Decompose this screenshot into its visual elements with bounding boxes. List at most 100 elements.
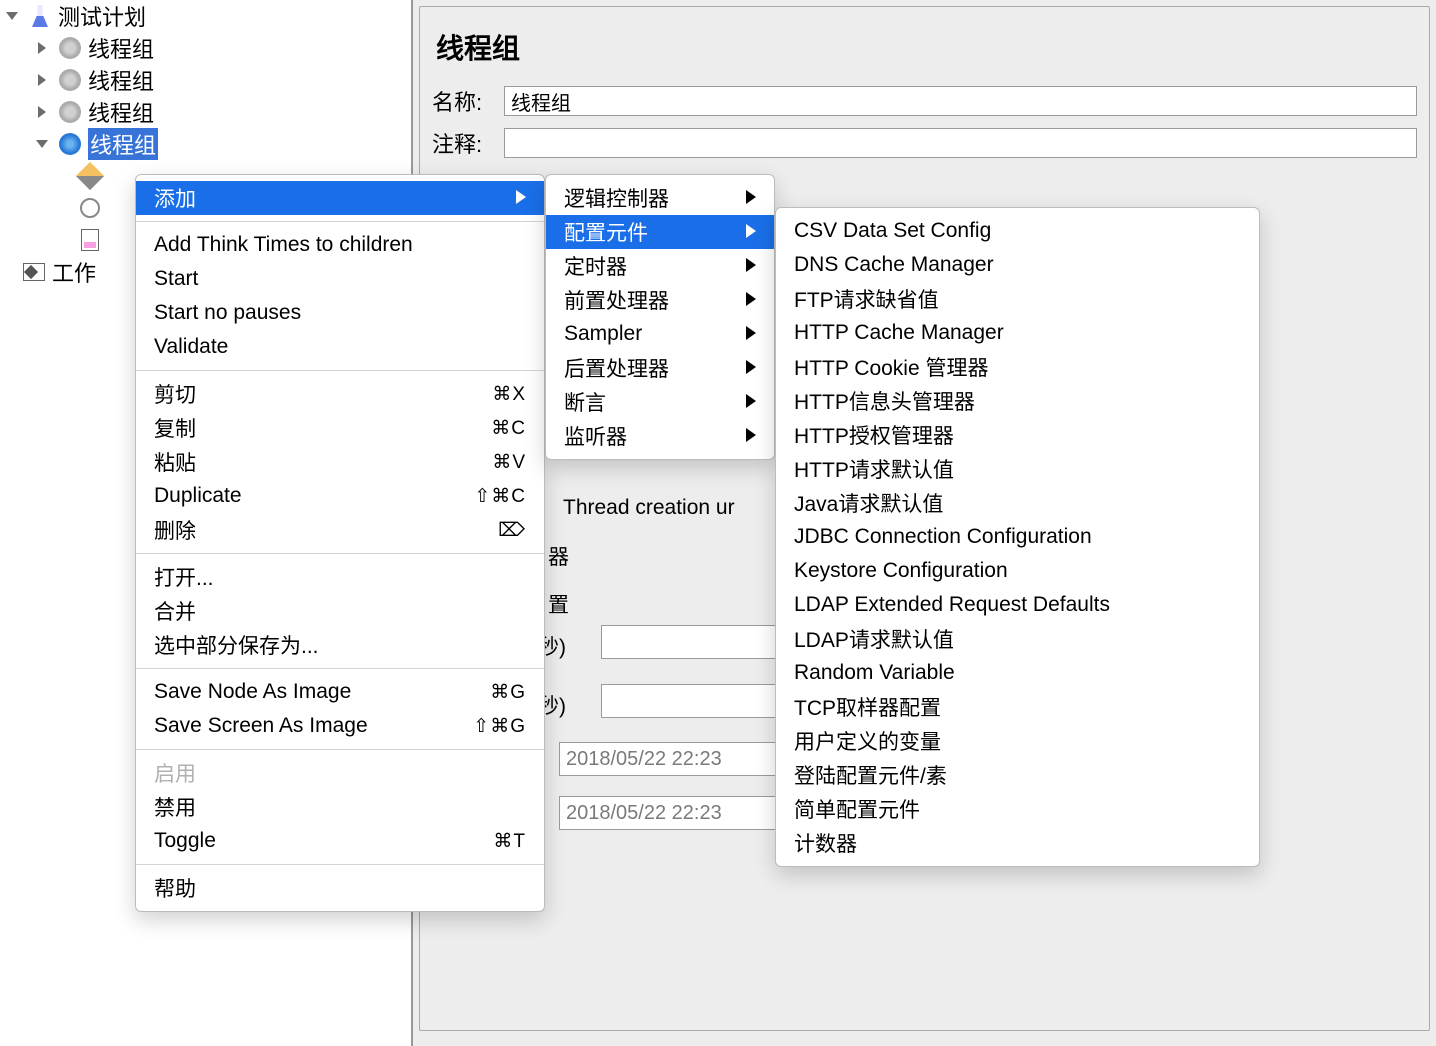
submenu-arrow-icon bbox=[746, 424, 756, 448]
cfg-jdbc-conn[interactable]: JDBC Connection Configuration bbox=[776, 520, 1259, 554]
bg-input[interactable] bbox=[601, 625, 776, 659]
bg-input[interactable] bbox=[601, 684, 776, 718]
gear-icon bbox=[58, 100, 82, 124]
comment-row: 注释: bbox=[432, 127, 1417, 159]
collapse-icon[interactable] bbox=[34, 40, 50, 56]
panel-title: 线程组 bbox=[436, 27, 1417, 67]
menu-enable: 启用 bbox=[136, 756, 544, 790]
bg-qi-text: 器 bbox=[548, 541, 569, 571]
cfg-tcp-sampler[interactable]: TCP取样器配置 bbox=[776, 690, 1259, 724]
cfg-http-header[interactable]: HTTP信息头管理器 bbox=[776, 384, 1259, 418]
menu-separator bbox=[136, 370, 544, 371]
menu-cut[interactable]: 剪切⌘X bbox=[136, 377, 544, 411]
workbench-icon bbox=[22, 260, 46, 284]
cfg-random-var[interactable]: Random Variable bbox=[776, 656, 1259, 690]
submenu-arrow-icon bbox=[746, 356, 756, 380]
menu-help[interactable]: 帮助 bbox=[136, 871, 544, 905]
menu-validate[interactable]: Validate bbox=[136, 330, 544, 364]
cfg-dns-cache[interactable]: DNS Cache Manager bbox=[776, 248, 1259, 282]
name-row: 名称: bbox=[432, 85, 1417, 117]
flask-icon bbox=[28, 4, 52, 28]
name-input[interactable] bbox=[504, 86, 1417, 116]
tree-thread-row[interactable]: 线程组 bbox=[0, 32, 411, 64]
menu-copy[interactable]: 复制⌘C bbox=[136, 411, 544, 445]
menu-separator bbox=[136, 221, 544, 222]
menu-separator bbox=[136, 553, 544, 554]
tree-root-label: 测试计划 bbox=[58, 0, 146, 32]
submenu-arrow-icon bbox=[516, 186, 526, 210]
expand-icon[interactable] bbox=[34, 136, 50, 152]
tree-item-label: 线程组 bbox=[88, 64, 154, 96]
cfg-ldap-ext-defaults[interactable]: LDAP Extended Request Defaults bbox=[776, 588, 1259, 622]
cfg-http-cache[interactable]: HTTP Cache Manager bbox=[776, 316, 1259, 350]
submenu-config-items: CSV Data Set Config DNS Cache Manager FT… bbox=[775, 207, 1260, 867]
menu-start-no-pauses[interactable]: Start no pauses bbox=[136, 296, 544, 330]
bg-thread-text: Thread creation ur bbox=[563, 496, 735, 520]
submenu-sampler[interactable]: Sampler bbox=[546, 317, 774, 351]
menu-separator bbox=[136, 864, 544, 865]
submenu-listener[interactable]: 监听器 bbox=[546, 419, 774, 453]
menu-delete[interactable]: 删除⌦ bbox=[136, 513, 544, 547]
menu-save-selection[interactable]: 选中部分保存为... bbox=[136, 628, 544, 662]
submenu-assertion[interactable]: 断言 bbox=[546, 385, 774, 419]
menu-open[interactable]: 打开... bbox=[136, 560, 544, 594]
menu-separator bbox=[136, 749, 544, 750]
tree-item-label-selected: 线程组 bbox=[88, 128, 158, 160]
submenu-arrow-icon bbox=[746, 288, 756, 312]
menu-start[interactable]: Start bbox=[136, 262, 544, 296]
comment-label: 注释: bbox=[432, 127, 496, 159]
cfg-user-vars[interactable]: 用户定义的变量 bbox=[776, 724, 1259, 758]
cfg-java-defaults[interactable]: Java请求默认值 bbox=[776, 486, 1259, 520]
menu-duplicate[interactable]: Duplicate⇧⌘C bbox=[136, 479, 544, 513]
menu-save-node-img[interactable]: Save Node As Image⌘G bbox=[136, 675, 544, 709]
paper-icon bbox=[78, 228, 102, 252]
tree-item-label: 线程组 bbox=[88, 96, 154, 128]
pencil-icon bbox=[78, 164, 102, 188]
submenu-arrow-icon bbox=[746, 220, 756, 244]
menu-separator bbox=[136, 668, 544, 669]
gear-icon bbox=[58, 68, 82, 92]
cfg-http-cookie[interactable]: HTTP Cookie 管理器 bbox=[776, 350, 1259, 384]
cfg-ldap-defaults[interactable]: LDAP请求默认值 bbox=[776, 622, 1259, 656]
menu-think-times[interactable]: Add Think Times to children bbox=[136, 228, 544, 262]
gear-icon bbox=[58, 132, 82, 156]
cfg-login[interactable]: 登陆配置元件/素 bbox=[776, 758, 1259, 792]
tree-thread-row-selected[interactable]: 线程组 bbox=[0, 128, 411, 160]
cfg-http-auth[interactable]: HTTP授权管理器 bbox=[776, 418, 1259, 452]
tree-item-label: 线程组 bbox=[88, 32, 154, 64]
menu-save-screen-img[interactable]: Save Screen As Image⇧⌘G bbox=[136, 709, 544, 743]
bg-zhi-text: 置 bbox=[548, 589, 569, 619]
submenu-postprocessor[interactable]: 后置处理器 bbox=[546, 351, 774, 385]
comment-input[interactable] bbox=[504, 128, 1417, 158]
cfg-keystore[interactable]: Keystore Configuration bbox=[776, 554, 1259, 588]
expand-icon[interactable] bbox=[4, 8, 20, 24]
cfg-http-defaults[interactable]: HTTP请求默认值 bbox=[776, 452, 1259, 486]
submenu-timer[interactable]: 定时器 bbox=[546, 249, 774, 283]
cfg-counter[interactable]: 计数器 bbox=[776, 826, 1259, 860]
bg-date1[interactable] bbox=[559, 742, 777, 776]
collapse-icon[interactable] bbox=[34, 104, 50, 120]
submenu-add: 逻辑控制器 配置元件 定时器 前置处理器 Sampler 后置处理器 断言 监听… bbox=[545, 174, 775, 460]
menu-toggle[interactable]: Toggle⌘T bbox=[136, 824, 544, 858]
bg-date2[interactable] bbox=[559, 796, 777, 830]
cfg-ftp-defaults[interactable]: FTP请求缺省值 bbox=[776, 282, 1259, 316]
submenu-config-element[interactable]: 配置元件 bbox=[546, 215, 774, 249]
tree-root-row[interactable]: 测试计划 bbox=[0, 0, 411, 32]
tree-thread-row[interactable]: 线程组 bbox=[0, 96, 411, 128]
submenu-arrow-icon bbox=[746, 186, 756, 210]
submenu-preprocessor[interactable]: 前置处理器 bbox=[546, 283, 774, 317]
submenu-logic-controller[interactable]: 逻辑控制器 bbox=[546, 181, 774, 215]
tree-workbench-label: 工作 bbox=[52, 256, 96, 288]
cfg-csv-data-set[interactable]: CSV Data Set Config bbox=[776, 214, 1259, 248]
name-label: 名称: bbox=[432, 85, 496, 117]
menu-disable[interactable]: 禁用 bbox=[136, 790, 544, 824]
collapse-icon[interactable] bbox=[34, 72, 50, 88]
submenu-arrow-icon bbox=[746, 390, 756, 414]
app-root: 测试计划 线程组 线程组 线程组 线程组 bbox=[0, 0, 1436, 1046]
submenu-arrow-icon bbox=[746, 254, 756, 278]
cfg-simple[interactable]: 简单配置元件 bbox=[776, 792, 1259, 826]
tree-thread-row[interactable]: 线程组 bbox=[0, 64, 411, 96]
menu-add[interactable]: 添加 bbox=[136, 181, 544, 215]
menu-merge[interactable]: 合并 bbox=[136, 594, 544, 628]
menu-paste[interactable]: 粘贴⌘V bbox=[136, 445, 544, 479]
